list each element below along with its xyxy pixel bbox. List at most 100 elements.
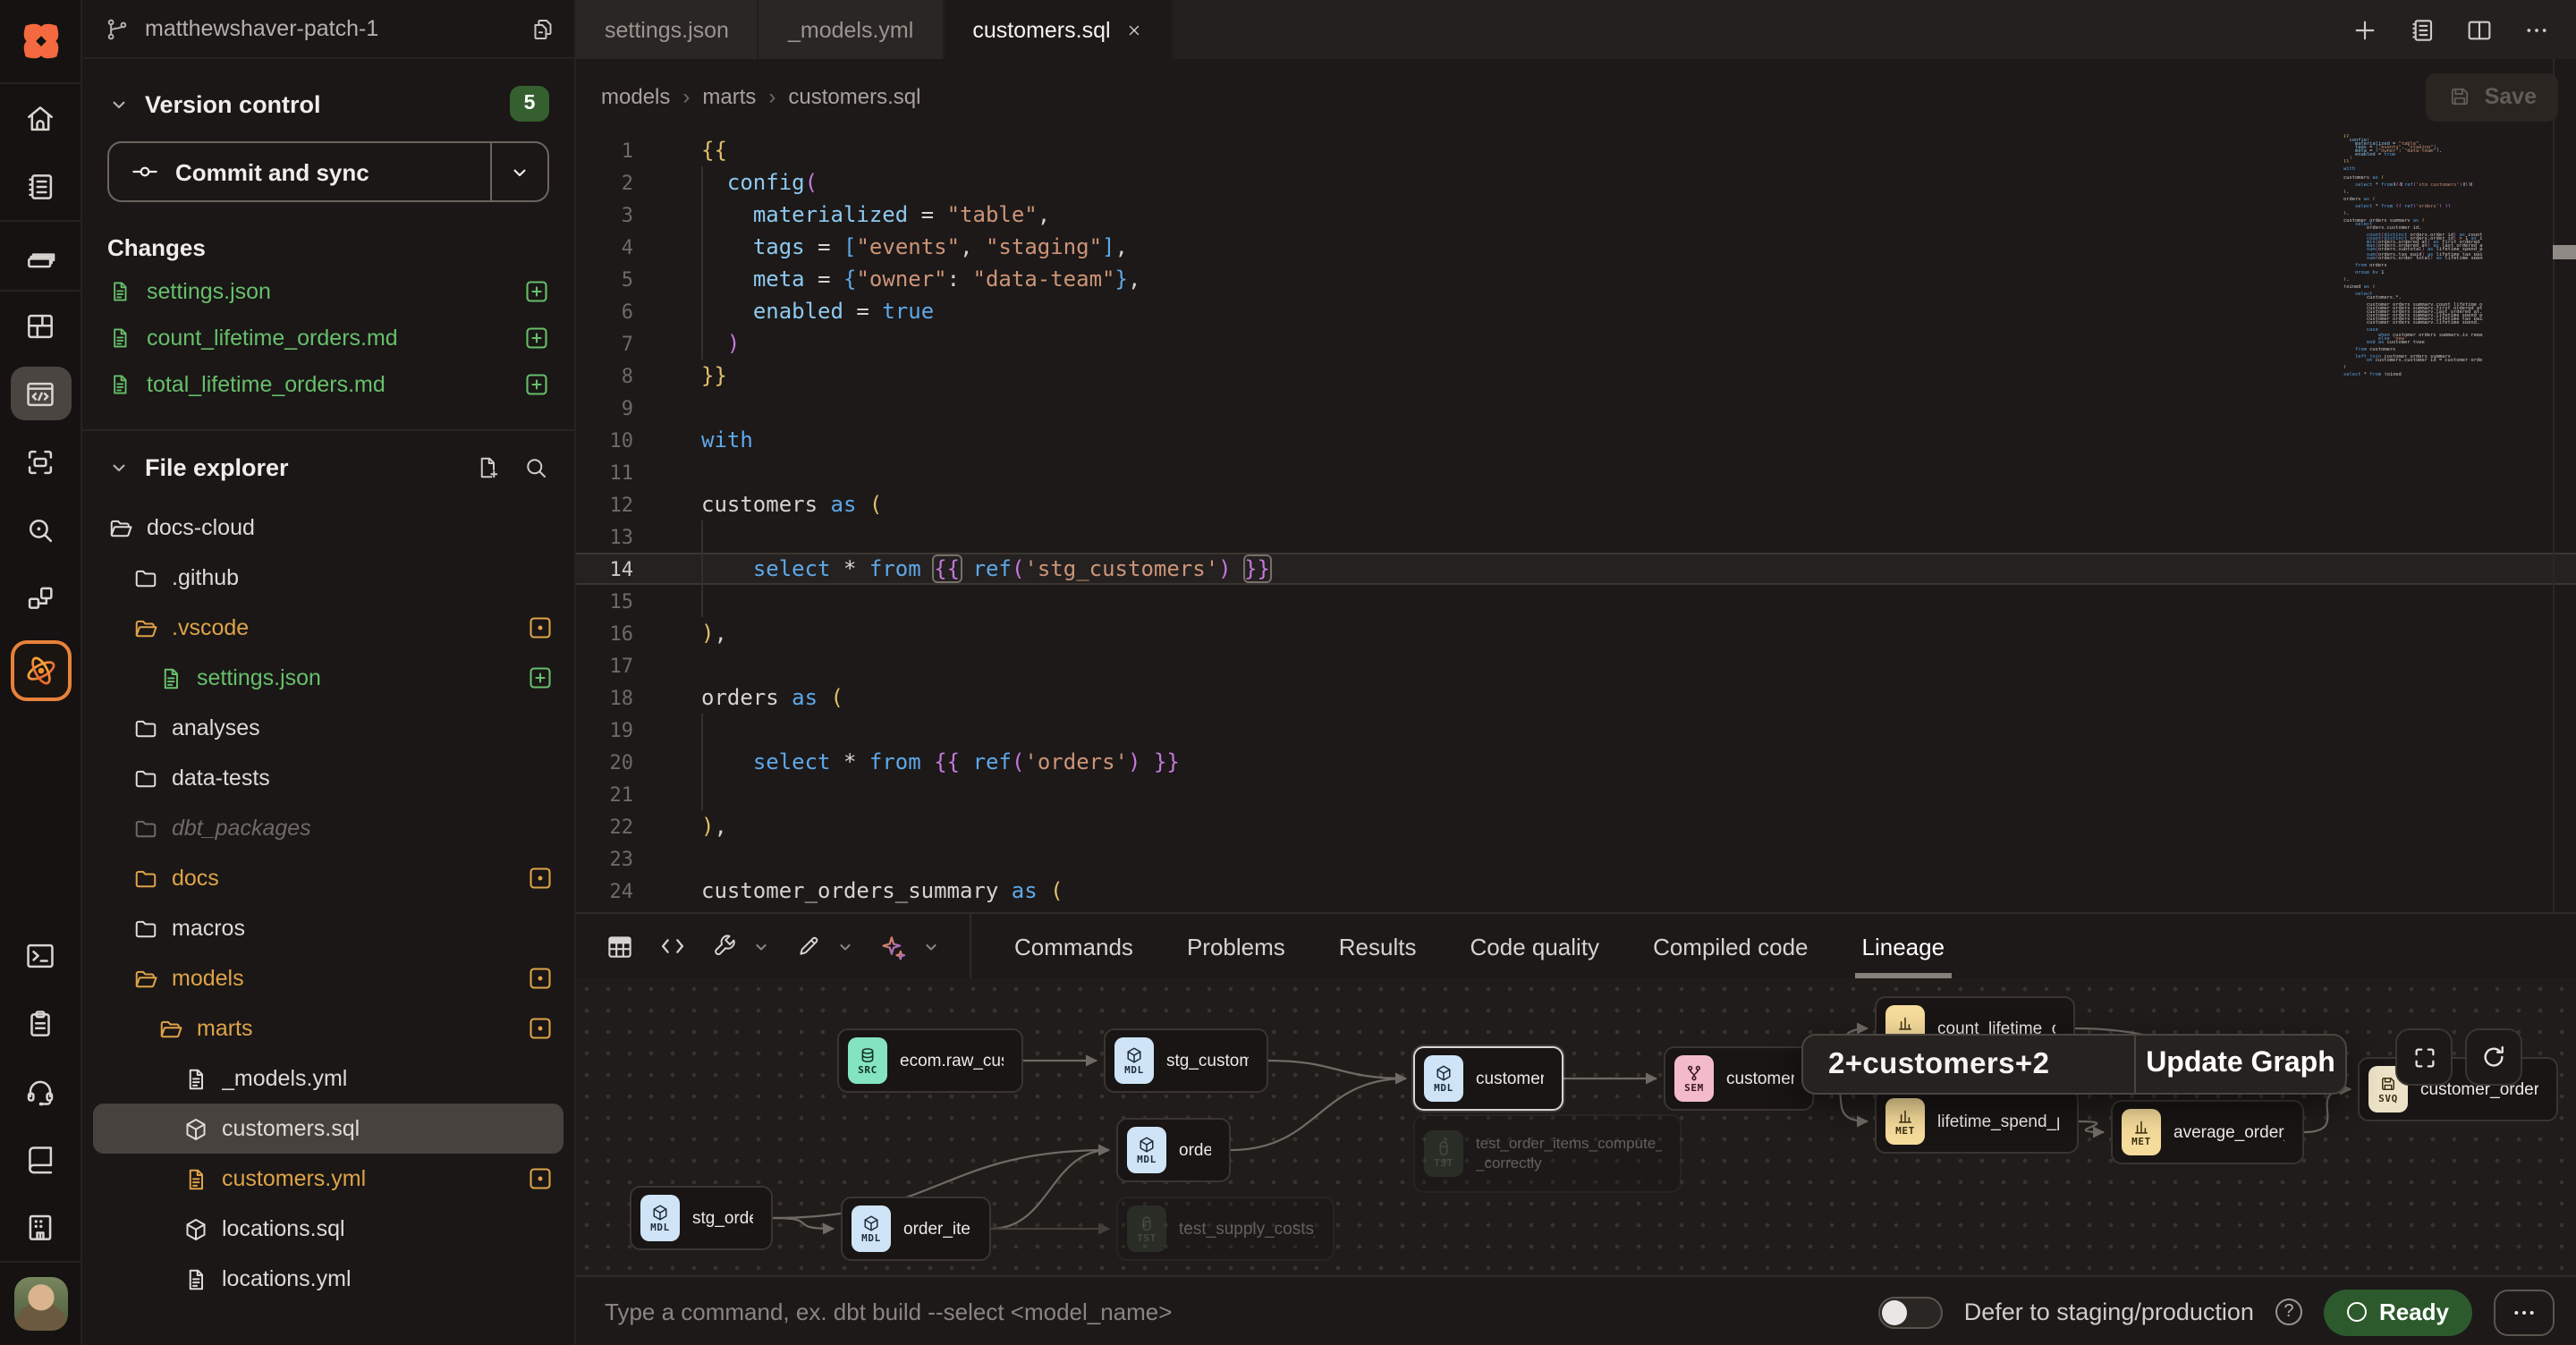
change-item-total_lifetime_orders.md[interactable]: total_lifetime_orders.md <box>82 361 574 408</box>
lineage-refresh-button[interactable] <box>2465 1028 2522 1086</box>
new-file-icon[interactable] <box>474 453 501 480</box>
tree-item--github[interactable]: .github <box>93 553 564 603</box>
lineage-node-cust[interactable]: MDLcustomers <box>1413 1046 1563 1111</box>
copilot-sparkle-icon[interactable] <box>878 931 909 961</box>
tree-item-data-tests[interactable]: data-tests <box>93 753 564 803</box>
close-icon[interactable] <box>1125 21 1143 38</box>
notebook-icon[interactable] <box>0 152 81 220</box>
command-input[interactable]: Type a command, ex. dbt build --select <… <box>605 1298 1857 1325</box>
scrollbar-thumb[interactable] <box>2553 245 2576 259</box>
notebook-panel-icon[interactable] <box>2408 15 2436 44</box>
tree-item-models[interactable]: models <box>93 953 564 1003</box>
panel-tab-compiled-code[interactable]: Compiled code <box>1653 914 1808 978</box>
code-line-7[interactable]: 7 ) <box>576 327 2576 360</box>
save-button[interactable]: Save <box>2426 72 2558 121</box>
defer-toggle[interactable] <box>1878 1296 1943 1328</box>
code-preview-icon[interactable] <box>658 932 687 960</box>
chevron-down-icon[interactable] <box>751 936 771 956</box>
support-headset-icon[interactable] <box>0 1057 81 1125</box>
tree-item-settings-json[interactable]: settings.json <box>93 653 564 703</box>
code-line-2[interactable]: 2 config( <box>576 166 2576 199</box>
terminal-icon[interactable] <box>0 921 81 989</box>
docs-book-icon[interactable] <box>0 1125 81 1193</box>
dbt-copilot-atom-icon[interactable] <box>0 631 81 710</box>
panel-tab-lineage[interactable]: Lineage <box>1862 914 1945 978</box>
environments-icon[interactable] <box>0 222 81 290</box>
code-line-14[interactable]: 14 select * from {{ ref('stg_customers')… <box>576 553 2576 585</box>
version-control-header[interactable]: Version control 5 <box>82 80 574 127</box>
help-question-icon[interactable]: ? <box>2275 1298 2302 1325</box>
tree-item-marts[interactable]: marts <box>93 1003 564 1053</box>
lineage-node-oi[interactable]: MDLorder_items <box>841 1197 991 1261</box>
orchestration-icon[interactable] <box>0 563 81 631</box>
code-line-19[interactable]: 19 <box>576 714 2576 746</box>
panel-tab-problems[interactable]: Problems <box>1187 914 1285 978</box>
stage-plus-icon[interactable] <box>524 326 549 351</box>
modified-dot-badge[interactable] <box>528 1016 553 1041</box>
lineage-node-com[interactable]: SVQcustomer_order_metrics <box>2358 1057 2558 1121</box>
stage-plus-icon[interactable] <box>524 372 549 397</box>
breadcrumb-item-models[interactable]: models <box>601 84 670 109</box>
chevron-down-icon[interactable] <box>835 936 855 956</box>
lineage-node-orders[interactable]: MDLorders <box>1116 1118 1231 1182</box>
stage-plus-icon[interactable] <box>524 279 549 304</box>
more-options-icon[interactable] <box>2522 15 2551 44</box>
chevron-down-icon[interactable] <box>921 936 941 956</box>
tree-item-docs[interactable]: docs <box>93 853 564 903</box>
clipboard-icon[interactable] <box>0 989 81 1057</box>
dashboard-icon[interactable] <box>0 292 81 360</box>
code-line-9[interactable]: 9 <box>576 392 2576 424</box>
git-branch-row[interactable]: matthewshaver-patch-1 <box>82 0 574 59</box>
code-line-5[interactable]: 5 meta = {"owner": "data-team"}, <box>576 263 2576 295</box>
code-line-13[interactable]: 13 <box>576 520 2576 553</box>
lineage-node-sem[interactable]: SEMcustomers <box>1664 1046 1814 1111</box>
code-line-11[interactable]: 11 <box>576 456 2576 488</box>
lineage-node-avg[interactable]: METaverage_order_value <box>2111 1100 2304 1164</box>
code-line-4[interactable]: 4 tags = ["events", "staging"], <box>576 231 2576 263</box>
code-line-15[interactable]: 15 <box>576 585 2576 617</box>
breadcrumb-item-customers.sql[interactable]: customers.sql <box>788 84 920 109</box>
lineage-node-stgo[interactable]: MDLstg_orders <box>630 1186 773 1250</box>
panel-tab-code-quality[interactable]: Code quality <box>1470 914 1600 978</box>
modified-dot-badge[interactable] <box>528 1166 553 1191</box>
tree-item-dbt_packages[interactable]: dbt_packages <box>93 803 564 853</box>
tree-item-locations-yml[interactable]: locations.yml <box>93 1254 564 1304</box>
code-line-8[interactable]: 8}} <box>576 360 2576 392</box>
code-line-24[interactable]: 24customer_orders_summary as ( <box>576 875 2576 907</box>
code-line-17[interactable]: 17 <box>576 649 2576 681</box>
new-tab-plus-icon[interactable] <box>2351 15 2379 44</box>
code-line-1[interactable]: 1{{ <box>576 134 2576 166</box>
modified-dot-badge[interactable] <box>528 866 553 891</box>
lineage-node-testoi[interactable]: TSTtest_order_items_compute_to_bools _co… <box>1413 1114 1682 1193</box>
update-graph-button[interactable]: Update Graph <box>2134 1036 2345 1093</box>
commit-dropdown-caret[interactable] <box>490 143 547 200</box>
command-more-button[interactable] <box>2494 1289 2555 1335</box>
change-item-settings.json[interactable]: settings.json <box>82 268 574 315</box>
lineage-selector-input[interactable]: 2+customers+2 <box>1803 1036 2134 1093</box>
modified-dot-badge[interactable] <box>528 966 553 991</box>
studio-editor-icon[interactable] <box>0 360 81 427</box>
code-line-6[interactable]: 6 enabled = true <box>576 295 2576 327</box>
lineage-node-stgc[interactable]: MDLstg_customers <box>1104 1028 1268 1093</box>
change-item-count_lifetime_orders.md[interactable]: count_lifetime_orders.md <box>82 315 574 361</box>
code-line-16[interactable]: 16), <box>576 617 2576 649</box>
lineage-node-life[interactable]: METlifetime_spend_pretax <box>1875 1089 2079 1154</box>
search-icon[interactable] <box>522 453 549 480</box>
code-line-18[interactable]: 18orders as ( <box>576 681 2576 714</box>
tree-item--vscode[interactable]: .vscode <box>93 603 564 653</box>
status-badge[interactable]: Ready <box>2324 1289 2472 1335</box>
panel-tab-commands[interactable]: Commands <box>1014 914 1133 978</box>
code-line-20[interactable]: 20 select * from {{ ref('orders') }} <box>576 746 2576 778</box>
lineage-node-raw[interactable]: SRCecom.raw_customers <box>837 1028 1023 1093</box>
lineage-canvas[interactable]: 2+customers+2 Update Graph SRCecom.raw_c… <box>576 978 2576 1275</box>
file-explorer-header[interactable]: File explorer <box>82 431 574 503</box>
tree-item-locations-sql[interactable]: locations.sql <box>93 1204 564 1254</box>
tab-_models-yml[interactable]: _models.yml <box>759 0 944 59</box>
tree-item-analyses[interactable]: analyses <box>93 703 564 753</box>
lint-fix-icon[interactable] <box>794 932 823 960</box>
editor-scrollbar[interactable] <box>2553 59 2576 912</box>
catalog-search-icon[interactable] <box>0 495 81 563</box>
code-line-12[interactable]: 12customers as ( <box>576 488 2576 520</box>
home-icon[interactable] <box>0 84 81 152</box>
code-line-23[interactable]: 23 <box>576 842 2576 875</box>
